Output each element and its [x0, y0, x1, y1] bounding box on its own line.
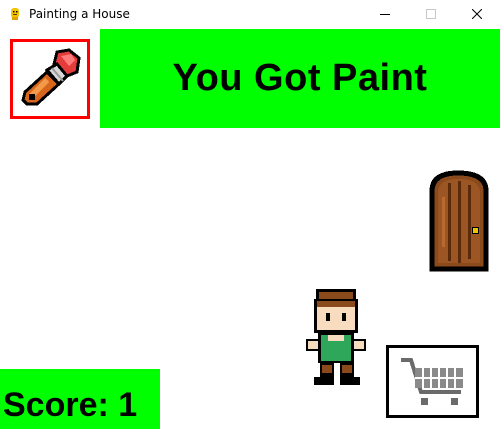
banner-message: You Got Paint: [172, 57, 428, 99]
minimize-icon: [380, 14, 390, 15]
pygame-snake-icon: [8, 7, 22, 21]
window-titlebar: Painting a House: [0, 0, 500, 29]
close-button[interactable]: [454, 0, 500, 29]
shop-cart-button[interactable]: [386, 345, 479, 418]
door-sprite[interactable]: [424, 167, 494, 278]
player-character[interactable]: [302, 287, 374, 392]
paintbrush-icon: [21, 48, 81, 106]
window-title: Painting a House: [29, 7, 130, 21]
player-sprite: [306, 289, 366, 385]
door-icon: [429, 170, 489, 272]
maximize-icon: [426, 9, 436, 19]
score-panel: Score: 1: [0, 369, 160, 429]
minimize-button[interactable]: [362, 0, 408, 29]
game-canvas[interactable]: You Got Paint Score: 1: [0, 29, 500, 429]
shopping-cart-icon: [401, 358, 463, 405]
score-label: Score: 1: [3, 386, 138, 424]
message-banner: You Got Paint: [100, 29, 500, 128]
held-item-slot: [10, 39, 90, 119]
close-icon: [472, 9, 482, 19]
maximize-button[interactable]: [408, 0, 454, 29]
